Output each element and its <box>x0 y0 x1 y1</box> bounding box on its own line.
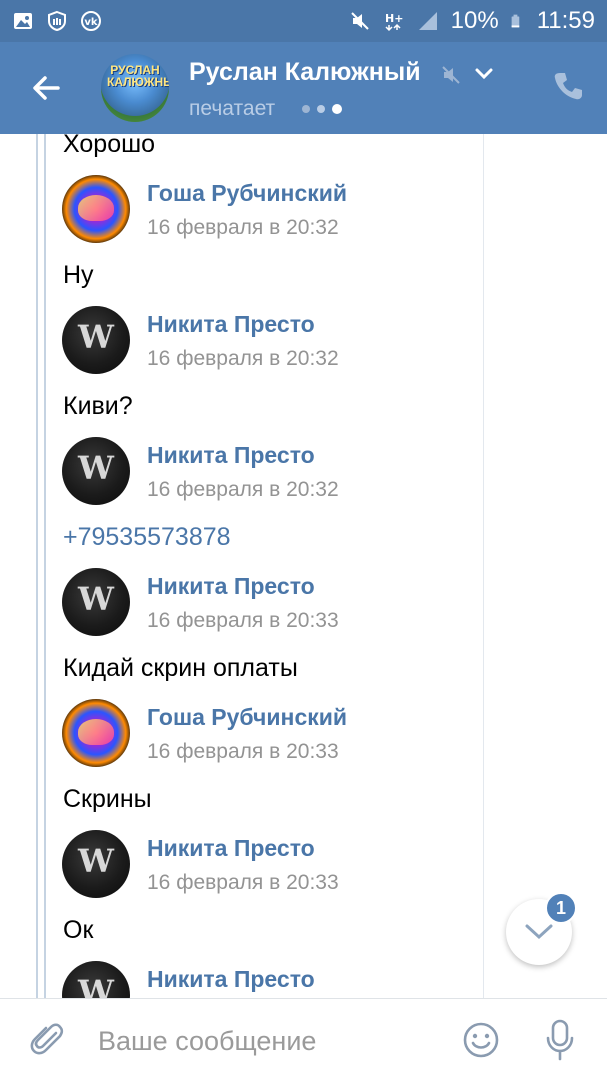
avatar-art <box>78 195 114 221</box>
svg-text:vk: vk <box>84 17 98 28</box>
avatar-art <box>78 719 114 745</box>
vk-icon: vk <box>81 11 101 31</box>
avatar[interactable] <box>62 175 130 243</box>
author-name[interactable]: Гоша Рубчинский <box>147 180 347 207</box>
message-date: 16 февраля в 20:33 <box>147 871 339 894</box>
message-text: Ок <box>63 916 94 944</box>
author-name[interactable]: Никита Престо <box>147 311 315 338</box>
avatar[interactable]: W <box>62 568 130 636</box>
phone-link[interactable]: +79535573878 <box>63 523 231 552</box>
typing-dots-icon <box>302 104 342 114</box>
phone-icon[interactable] <box>552 70 584 102</box>
message-text: Хорошо <box>63 134 156 158</box>
message-date: 16 февраля в 20:33 <box>147 609 339 632</box>
avatar-w-logo: W <box>78 580 114 618</box>
avatar[interactable] <box>62 699 130 767</box>
svg-text:H+: H+ <box>385 12 403 25</box>
avatar-logo-text: РУСЛАН КАЛЮЖНЫЙ <box>107 63 169 89</box>
avatar[interactable]: W <box>62 830 130 898</box>
author-name[interactable]: Никита Престо <box>147 966 315 993</box>
microphone-icon[interactable] <box>543 1019 577 1061</box>
avatar-w-logo: W <box>78 449 114 487</box>
mute-icon <box>350 12 369 30</box>
chat-title[interactable]: Руслан Калюжный <box>189 58 421 87</box>
chat-avatar[interactable]: РУСЛАН КАЛЮЖНЫЙ <box>101 54 169 122</box>
status-bar: vk H+ 10% 11:59 <box>0 0 607 42</box>
author-name[interactable]: Никита Престо <box>147 442 315 469</box>
typing-status: печатает <box>189 97 276 120</box>
mute-icon <box>442 66 460 84</box>
unread-badge: 1 <box>545 892 577 924</box>
avatar-w-logo: W <box>78 973 114 998</box>
message-text: Ну <box>63 261 94 289</box>
avatar[interactable]: W <box>62 437 130 505</box>
message-date: 16 февраля в 20:33 <box>147 740 339 763</box>
gallery-icon <box>14 13 32 29</box>
avatar-w-logo: W <box>78 842 114 880</box>
message-list[interactable]: Хорошо Гоша Рубчинский 16 февраля в 20:3… <box>0 134 607 998</box>
emoji-icon[interactable] <box>462 1021 500 1059</box>
message-date: 16 февраля в 20:32 <box>147 347 339 370</box>
signal-icon <box>418 12 437 30</box>
message-text: Кидай скрин оплаты <box>63 654 298 682</box>
avatar[interactable]: W <box>62 306 130 374</box>
paperclip-icon[interactable] <box>30 1021 66 1059</box>
back-arrow-icon[interactable] <box>28 70 64 106</box>
author-name[interactable]: Гоша Рубчинский <box>147 704 347 731</box>
shield-icon <box>48 10 66 32</box>
message-date: 16 февраля в 20:32 <box>147 478 339 501</box>
message-text: Киви? <box>63 392 133 420</box>
battery-percent: 10% <box>450 7 499 34</box>
message-input[interactable] <box>96 1019 440 1063</box>
h-plus-icon: H+ <box>385 12 403 32</box>
author-name[interactable]: Никита Престо <box>147 573 315 600</box>
forward-quote-line <box>44 134 46 998</box>
chat-header: РУСЛАН КАЛЮЖНЫЙ Руслан Калюжный печатает <box>0 42 607 134</box>
author-name[interactable]: Никита Престо <box>147 835 315 862</box>
message-text: Скрины <box>63 785 152 813</box>
chevron-down-icon[interactable] <box>474 66 494 82</box>
clock: 11:59 <box>536 7 595 34</box>
battery-icon <box>511 14 519 28</box>
chevron-down-icon <box>525 924 553 940</box>
avatar-w-logo: W <box>78 318 114 356</box>
message-composer <box>0 998 607 1081</box>
message-date: 16 февраля в 20:32 <box>147 216 339 239</box>
